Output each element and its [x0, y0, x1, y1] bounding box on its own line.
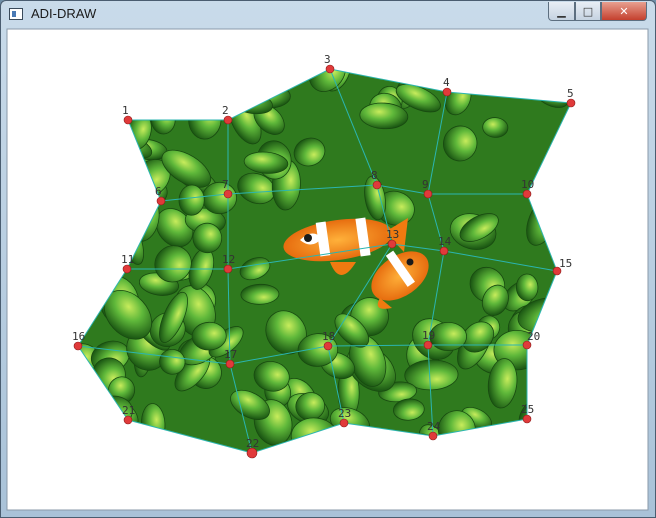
control-point-handle[interactable]	[442, 87, 452, 97]
control-point-label: 1	[122, 104, 129, 117]
control-point-handle[interactable]	[323, 341, 333, 351]
control-point-label: 23	[338, 407, 351, 420]
control-point-label: 2	[222, 104, 229, 117]
control-point-handle[interactable]	[122, 264, 132, 274]
control-point-handle[interactable]	[339, 418, 349, 428]
control-point-handle[interactable]	[123, 415, 133, 425]
control-point-label: 24	[427, 420, 441, 433]
control-point-handle[interactable]	[325, 64, 335, 74]
control-point-handle[interactable]	[428, 431, 438, 441]
control-point-handle[interactable]	[123, 115, 133, 125]
control-point-label: 15	[559, 257, 572, 270]
control-point-handle[interactable]	[566, 98, 576, 108]
control-point-handle[interactable]	[387, 239, 397, 249]
control-point-label: 9	[422, 178, 429, 191]
drawing-canvas[interactable]: 1 23456789 1011 12131415161718 19 20212223242…	[0, 0, 656, 518]
control-point-label: 20	[527, 330, 540, 343]
control-point-label: 12	[222, 253, 235, 266]
control-point-label: 25	[521, 403, 534, 416]
control-point-handle[interactable]	[225, 359, 235, 369]
control-point-handle[interactable]	[522, 189, 532, 199]
control-point-label: 8	[371, 169, 378, 182]
control-point-label: 3	[324, 53, 331, 66]
control-point-label: 10	[521, 178, 534, 191]
control-point-handle[interactable]	[439, 246, 449, 256]
control-point-label: 18	[322, 330, 335, 343]
control-point-handle[interactable]	[423, 189, 433, 199]
control-point-handle[interactable]	[223, 115, 233, 125]
control-point-label: 16	[72, 330, 85, 343]
control-point-handle[interactable]	[423, 340, 433, 350]
control-point-label: 5	[567, 87, 574, 100]
control-point-handle[interactable]	[73, 341, 83, 351]
control-point-label: 17	[224, 348, 237, 361]
control-point-handle[interactable]	[522, 414, 532, 424]
control-point-label: 14	[438, 235, 452, 248]
control-point-handle[interactable]	[156, 196, 166, 206]
control-point-label: 6	[155, 185, 162, 198]
control-point-handle[interactable]	[223, 189, 233, 199]
control-point-label: 21	[122, 404, 135, 417]
control-point-label: 7	[222, 178, 229, 191]
control-point-handle[interactable]	[372, 180, 382, 190]
control-point-handle[interactable]	[223, 264, 233, 274]
control-point-label: 4	[443, 76, 450, 89]
control-point-label: 22	[246, 437, 259, 450]
control-point-label: 13	[386, 228, 399, 241]
control-point-label: 11	[121, 253, 134, 266]
control-point-label: 19	[422, 329, 435, 342]
